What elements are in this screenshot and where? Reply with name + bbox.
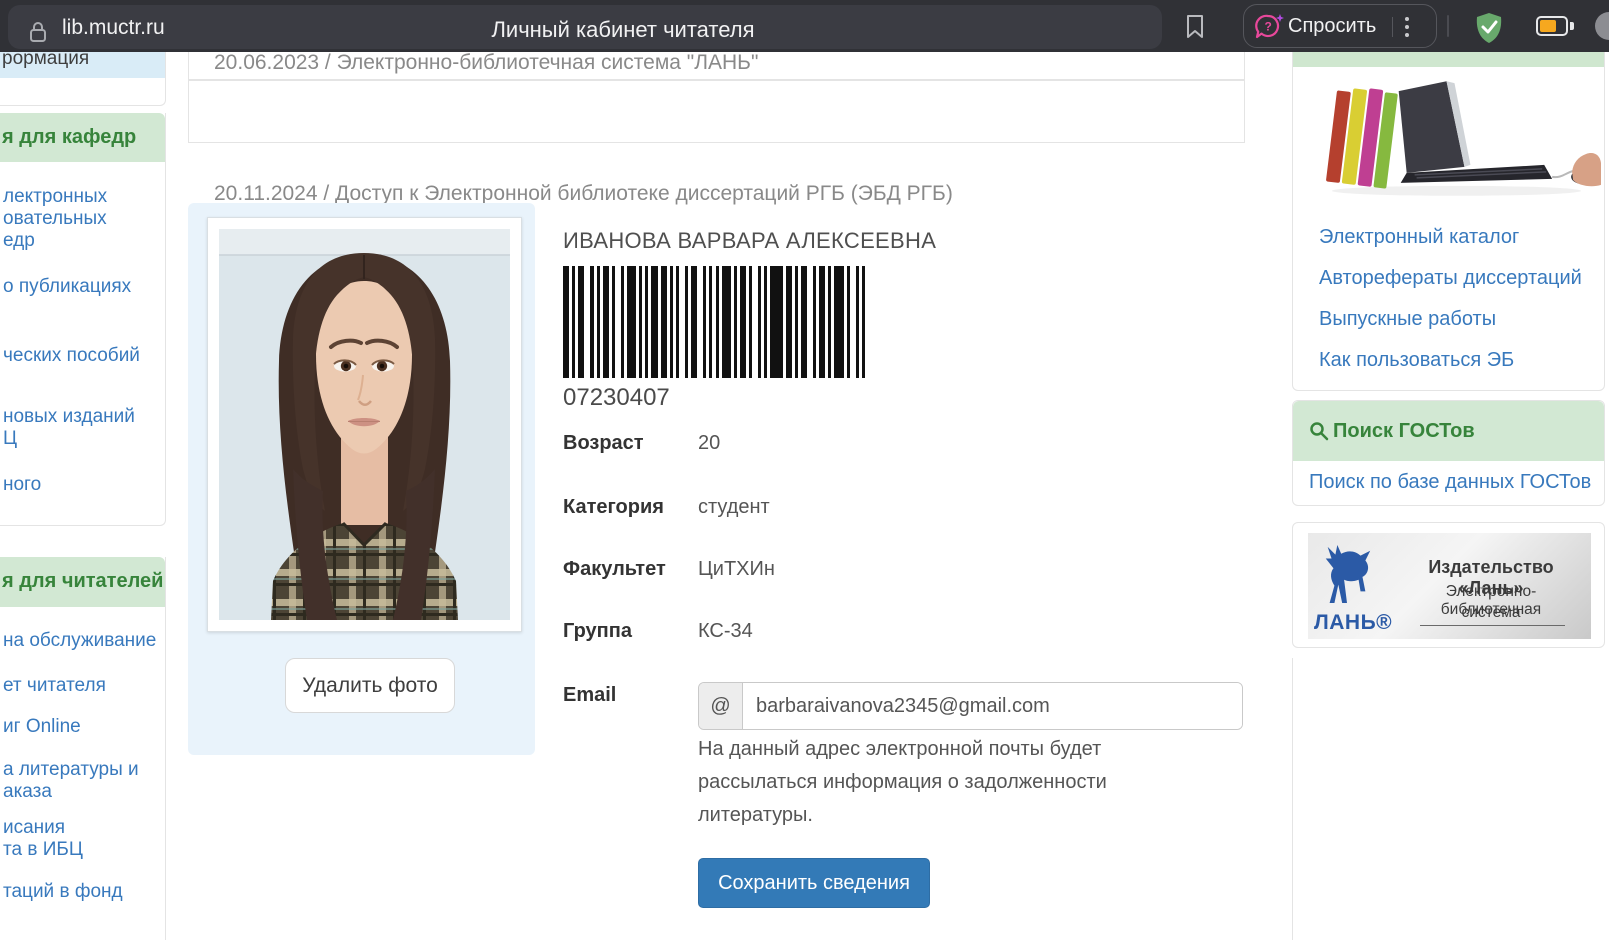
save-button[interactable]: Сохранить сведения [698,858,930,908]
sidebar-link-literature-order[interactable]: а литературы и аказа [3,759,139,803]
sidebar-link-line: та в ИБЦ [3,839,83,861]
sidebar-link-books-online[interactable]: иг Online [3,716,81,738]
bookmark-icon[interactable] [1186,14,1204,39]
sidebar-readers-header-label: я для читателей [2,570,163,593]
faculty-value: ЦиТХИн [698,558,775,581]
sidebar-link-edu-resources[interactable]: лектронных овательных едр [3,186,107,252]
lan-panel: ЛАНЬ® Издательство «Лань» Электронно-биб… [1292,522,1605,648]
sidebar-readers-header: я для читателей [0,557,165,607]
sidebar-link-ibc-schedule[interactable]: исания та в ИБЦ [3,817,83,861]
battery-icon [1536,16,1568,36]
email-note-line: На данный адрес электронной почты будет [698,738,1101,761]
email-label: Email [563,684,616,707]
lan-subtitle-2: система [1398,604,1584,622]
svg-text:?: ? [1265,20,1272,34]
sidebar-link-line: новых изданий [3,406,135,428]
sidebar-link-dissertations-fund[interactable]: таций в фонд [3,881,123,903]
history-row-rgb: 20.11.2024 / Доступ к Электронной библио… [188,80,1245,143]
photo-frame [207,217,522,632]
category-value: студент [698,496,770,519]
lan-underline [1420,625,1565,626]
sidebar-depts-header-label: я для кафедр [2,126,136,149]
sidebar-link-line: исания [3,817,83,839]
sidebar-readers-panel: я для читателей на обслуживание ет читат… [0,557,166,940]
gost-panel-title: Поиск ГОСТов [1333,401,1475,461]
sidebar-link-line: аказа [3,781,139,803]
search-icon [1309,421,1329,441]
sidebar-link-method-manuals[interactable]: ческих пособий [3,345,140,367]
link-graduation-works[interactable]: Выпускные работы [1319,308,1496,331]
sidebar-link-other-dept[interactable]: ного [3,474,41,496]
history-row-lan-text: 20.06.2023 / Электронно-библиотечная сис… [214,51,758,75]
reader-photo [219,229,510,620]
battery-nub [1570,22,1574,30]
lan-deer-icon [1318,539,1376,609]
age-label: Возраст [563,432,644,455]
ask-button-label: Спросить [1288,5,1376,47]
right-column-divider [1292,658,1293,940]
battery-fill [1540,20,1556,32]
adblock-shield-icon[interactable] [1471,10,1507,46]
email-input[interactable] [743,683,1242,729]
gost-panel: Поиск ГОСТов Поиск по базе данных ГОСТов [1292,400,1605,506]
sidebar-link-line: овательных [3,208,107,230]
lan-logo-text: ЛАНЬ® [1314,611,1386,635]
reader-name: ИВАНОВА ВАРВАРА АЛЕКСЕЕВНА [563,228,936,254]
category-label: Категория [563,496,664,519]
link-dissertation-abstracts[interactable]: Авторефераты диссертаций [1319,267,1582,290]
email-input-group: @ [698,682,1243,730]
books-laptop-image [1307,75,1601,201]
sidebar-depts-panel: я для кафедр лектронных овательных едр о… [0,113,166,526]
screen: рормация я для кафедр лектронных ователь… [0,0,1609,940]
age-value: 20 [698,432,720,455]
kebab-menu-icon[interactable] [1404,15,1410,39]
sidebar-link-line: лектронных [3,186,107,208]
link-electronic-catalog[interactable]: Электронный каталог [1319,226,1519,249]
sidebar-link-publications[interactable]: о публикациях [3,276,131,298]
ask-chat-icon: ? [1255,13,1285,41]
sidebar-link-service[interactable]: на обслуживание [3,630,156,652]
sidebar-depts-header: я для кафедр [0,113,165,162]
sidebar-link-line: а литературы и [3,759,139,781]
lock-icon[interactable] [28,20,48,44]
sidebar-link-reader-card[interactable]: ет читателя [3,675,106,697]
delete-photo-button[interactable]: Удалить фото [285,658,455,713]
email-note-line: литературы. [698,804,813,827]
barcode [563,266,865,378]
extension-icon-partial[interactable] [1595,12,1609,40]
email-at-prefix: @ [699,683,743,729]
faculty-label: Факультет [563,558,666,581]
email-note-line: рассылаться информация о задолженности [698,771,1107,794]
barcode-number: 07230407 [563,384,670,412]
lan-banner[interactable]: ЛАНЬ® Издательство «Лань» Электронно-биб… [1308,533,1591,639]
gost-panel-header: Поиск ГОСТов [1293,401,1604,461]
group-value: КС-34 [698,620,753,643]
browser-topbar: lib.muctr.ru Личный кабинет читателя ? С… [0,0,1609,52]
ask-button[interactable]: ? Спросить [1243,4,1437,48]
link-gost-database-search[interactable]: Поиск по базе данных ГОСТов [1309,471,1591,494]
address-bar[interactable]: lib.muctr.ru Личный кабинет читателя [8,5,1162,49]
ask-pill-divider [1392,17,1393,37]
group-label: Группа [563,620,632,643]
toolbar-separator [1447,15,1449,37]
sidebar-link-line: Ц [3,428,135,450]
sidebar-link-line: едр [3,230,107,252]
link-how-to-use-eb[interactable]: Как пользоваться ЭБ [1319,349,1514,372]
sidebar-link-new-editions[interactable]: новых изданий Ц [3,406,135,450]
photo-panel: Удалить фото [188,203,535,755]
page-title: Личный кабинет читателя [343,17,903,43]
catalog-panel: Электронный каталог Авторефераты диссерт… [1292,42,1605,391]
url-text[interactable]: lib.muctr.ru [62,16,165,40]
